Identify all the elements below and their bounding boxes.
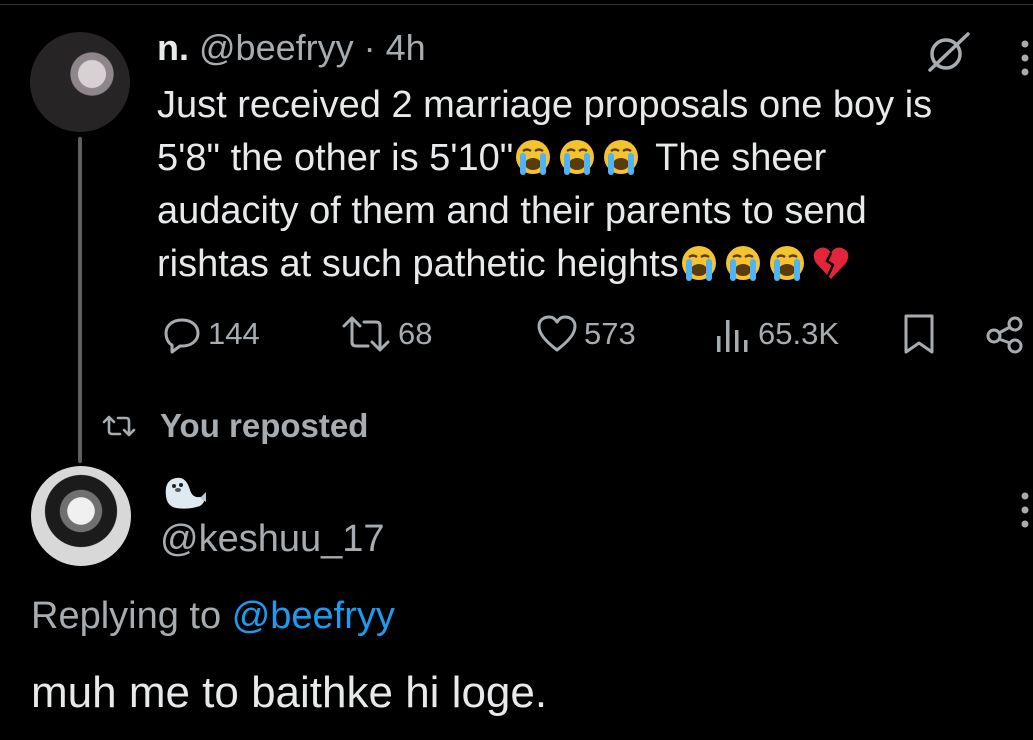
share-button[interactable]: [985, 312, 1031, 356]
tweet-line-text: The sheer: [655, 137, 827, 179]
grok-icon[interactable]: [924, 28, 972, 76]
repost-count: 68: [398, 316, 433, 351]
heart-icon: [537, 315, 577, 352]
tweet-body: Just received 2 marriage proposals one b…: [157, 79, 1007, 291]
tweet-line: audacity of them and their parents to se…: [157, 190, 867, 232]
bookmark-icon: [904, 314, 934, 354]
loudly-crying-face-icon: [769, 246, 804, 281]
like-count: 573: [584, 316, 636, 351]
tweet-header: n. @beefryy · 4h: [157, 28, 426, 68]
broken-heart-icon: [813, 247, 848, 279]
author-handle[interactable]: @beefryy: [199, 27, 354, 68]
like-button[interactable]: 573: [536, 312, 636, 356]
analytics-bars-icon: [717, 320, 748, 352]
repost-banner-label: You reposted: [160, 407, 369, 444]
loudly-crying-face-icon: [681, 246, 716, 281]
crying-emoji-group: [513, 137, 645, 177]
reply-author-handle[interactable]: @keshuu_17: [160, 517, 385, 561]
seal-icon: [165, 477, 206, 509]
views-button[interactable]: 65.3K: [714, 312, 839, 356]
loudly-crying-face-icon: [604, 140, 639, 175]
tweet-line: rishtas at such pathetic heights: [157, 238, 1007, 291]
loudly-crying-face-icon: [560, 140, 595, 175]
more-options-icon[interactable]: [1018, 490, 1032, 530]
avatar-keshuu[interactable]: [31, 466, 131, 566]
reply-button[interactable]: 144: [162, 312, 260, 356]
tweet-line: 5'8" the other is 5'10" The sheer: [157, 132, 1007, 185]
reply-tweet-body: muh me to baithke hi loge.: [31, 668, 548, 717]
tweet-line-text: 5'8" the other is 5'10": [157, 137, 514, 179]
share-icon: [986, 316, 1023, 354]
tweet-line-text: rishtas at such pathetic heights: [157, 243, 679, 285]
replying-to-prefix: Replying to: [31, 595, 222, 637]
more-options-icon[interactable]: [1018, 38, 1032, 78]
repost-banner[interactable]: You reposted: [102, 404, 368, 448]
repost-icon: [102, 415, 136, 437]
crying-emoji-group: [679, 243, 855, 283]
loudly-crying-face-icon: [725, 246, 760, 281]
view-count: 65.3K: [758, 316, 840, 351]
replying-to-mention[interactable]: @beefryy: [232, 595, 395, 637]
tweet-timestamp[interactable]: 4h: [386, 27, 426, 68]
repost-icon: [342, 316, 390, 352]
reply-count: 144: [208, 316, 260, 351]
top-divider: [0, 4, 1033, 5]
thread-connector-line: [78, 137, 82, 463]
loudly-crying-face-icon: [516, 140, 551, 175]
reply-icon: [164, 318, 200, 354]
bookmark-button[interactable]: [902, 312, 942, 356]
header-separator: ·: [363, 27, 376, 68]
avatar-beefryy[interactable]: [30, 32, 130, 132]
replying-to-line: Replying to @beefryy: [31, 593, 395, 639]
repost-button[interactable]: 68: [340, 312, 432, 356]
tweet-line: Just received 2 marriage proposals one b…: [157, 84, 933, 126]
author-name[interactable]: n.: [157, 27, 189, 68]
